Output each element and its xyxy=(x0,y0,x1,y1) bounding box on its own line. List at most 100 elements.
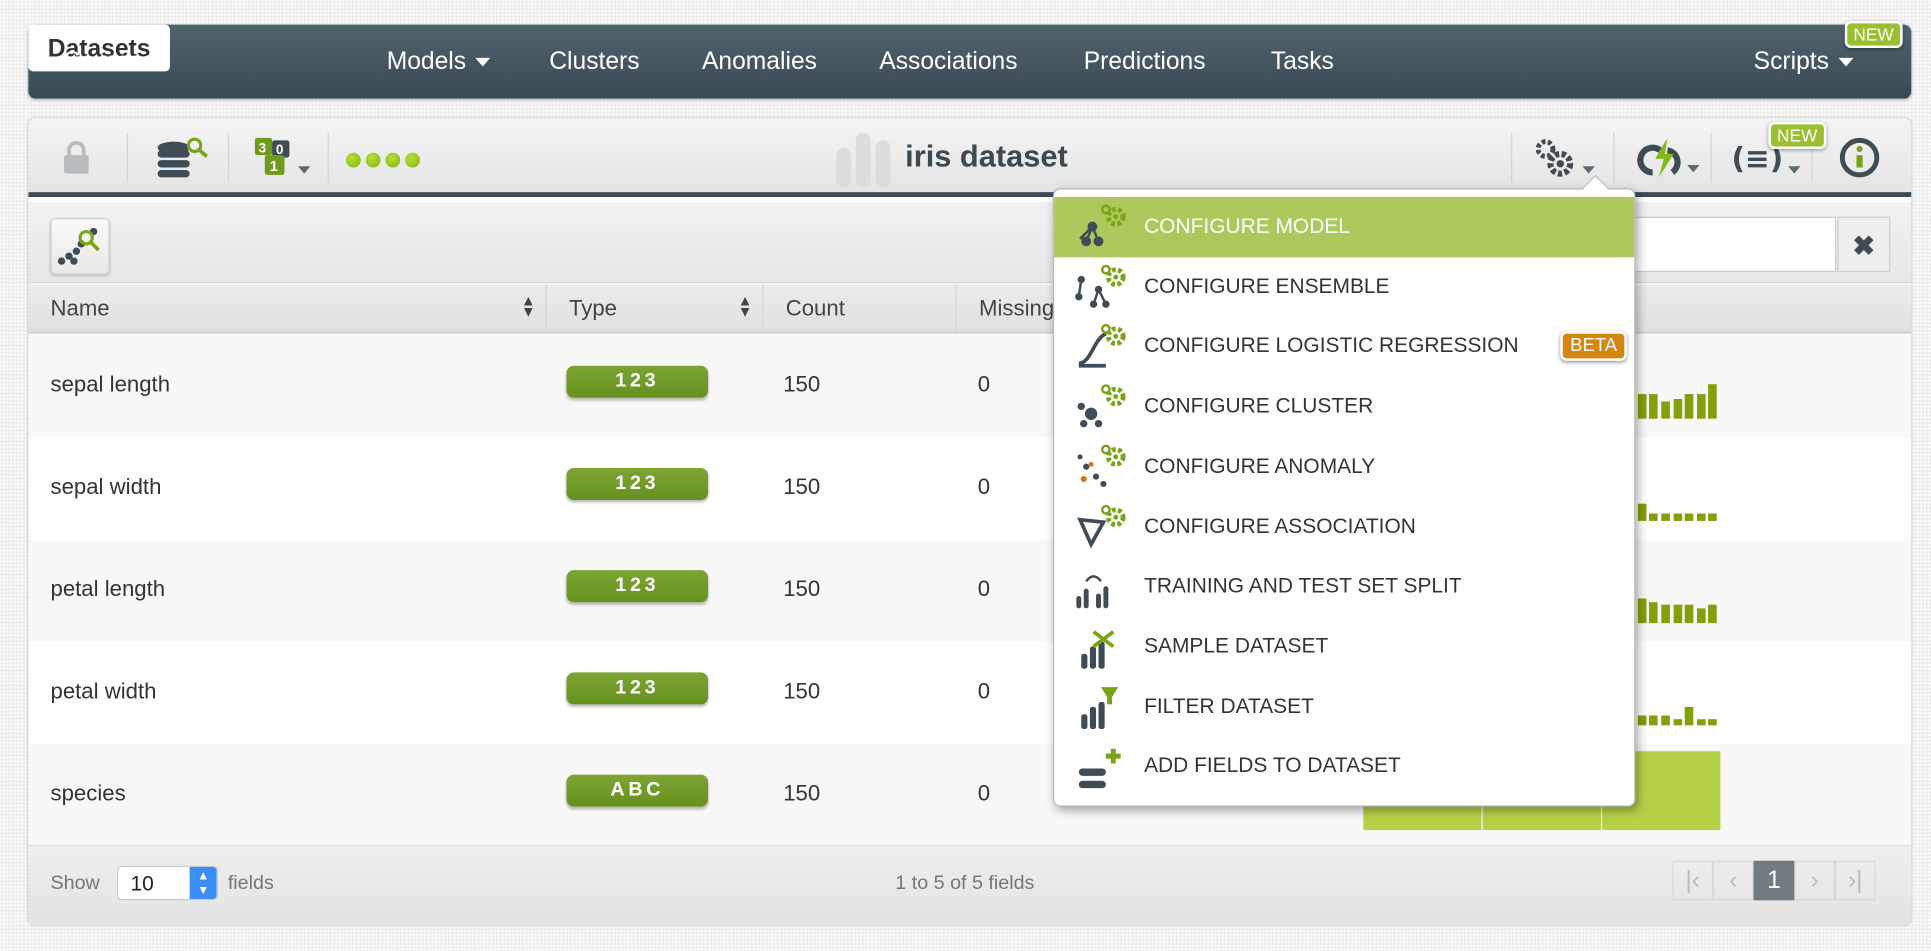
field-name[interactable]: sepal length xyxy=(50,372,170,398)
histogram-bar[interactable] xyxy=(1684,706,1694,726)
nav-scripts[interactable]: Scripts xyxy=(1754,48,1854,76)
nav-predictions[interactable]: Predictions xyxy=(1084,48,1206,76)
menu-item-filter-dataset[interactable]: FILTER DATASET xyxy=(1054,677,1634,737)
histogram-bar[interactable] xyxy=(1696,608,1706,624)
info-icon[interactable] xyxy=(1839,137,1881,179)
lock-icon[interactable] xyxy=(63,140,90,174)
histogram-bar[interactable] xyxy=(1649,513,1659,521)
histogram-bar[interactable] xyxy=(1673,399,1682,419)
histogram-bar[interactable] xyxy=(1673,604,1682,624)
field-missing: 0 xyxy=(977,780,991,806)
sort-icon[interactable]: ▲ ▼ xyxy=(738,293,753,319)
histogram-bar[interactable] xyxy=(1661,604,1670,624)
ensemble-gear-icon xyxy=(1075,264,1126,308)
beta-badge: BETA xyxy=(1560,331,1627,362)
histogram-bar[interactable] xyxy=(1696,719,1706,726)
histogram-bar[interactable] xyxy=(1684,513,1694,521)
svg-text:0: 0 xyxy=(276,142,284,157)
histogram-bar[interactable] xyxy=(1696,513,1706,521)
column-header-type[interactable]: Type ▲ ▼ xyxy=(547,284,764,332)
histogram-bar[interactable] xyxy=(1684,604,1694,624)
search-input[interactable] xyxy=(1616,216,1837,273)
menu-item-configure-logistic-regression[interactable]: CONFIGURE LOGISTIC REGRESSION BETA xyxy=(1054,317,1634,377)
menu-item-configure-ensemble[interactable]: CONFIGURE ENSEMBLE xyxy=(1054,257,1634,317)
field-name[interactable]: species xyxy=(50,781,125,807)
histogram-bar[interactable] xyxy=(1696,394,1706,419)
histogram-bar[interactable] xyxy=(1684,394,1694,419)
sample-icon xyxy=(1081,630,1115,669)
show-label: Show xyxy=(50,873,100,895)
dataset-toolbar: 301 iris dataset (≡) xyxy=(28,118,1912,198)
field-type-badge: 123 xyxy=(566,365,709,398)
histogram-bar[interactable] xyxy=(1661,715,1670,726)
field-name[interactable]: sepal width xyxy=(50,474,161,500)
dataset-search-icon[interactable] xyxy=(155,135,212,179)
histogram-bar[interactable] xyxy=(1637,503,1647,521)
logistic-gear-icon xyxy=(1078,324,1126,369)
flash-cloud-icon[interactable] xyxy=(1635,135,1704,179)
page-size-select[interactable]: 10 ▲ ▼ xyxy=(116,865,218,901)
histogram-bar[interactable] xyxy=(1661,513,1670,521)
next-page-button[interactable]: › xyxy=(1794,860,1835,901)
scripts-new-badge: NEW xyxy=(1844,20,1903,49)
menu-item-configure-association[interactable]: CONFIGURE ASSOCIATION xyxy=(1054,497,1634,557)
menu-item-training-and-test-set-split[interactable]: TRAINING AND TEST SET SPLIT xyxy=(1054,557,1634,617)
histogram-bar[interactable] xyxy=(1637,394,1647,419)
column-header-name[interactable]: Name ▲ ▼ xyxy=(28,284,547,332)
histogram-bar[interactable] xyxy=(1673,719,1682,726)
field-missing: 0 xyxy=(977,678,991,704)
page-1-button[interactable]: 1 xyxy=(1753,860,1795,901)
histogram-bar[interactable] xyxy=(1708,384,1718,419)
dataset-logo-icon xyxy=(836,133,891,188)
nav-sources[interactable]: Sources xyxy=(64,48,154,76)
status-dot xyxy=(385,152,401,168)
field-missing: 0 xyxy=(977,576,991,601)
histogram-bar[interactable] xyxy=(1708,513,1718,521)
histogram-bar[interactable] xyxy=(1637,715,1647,726)
histogram-bar[interactable] xyxy=(1708,719,1718,726)
first-page-button[interactable]: |‹ xyxy=(1672,860,1714,901)
histogram-bar[interactable] xyxy=(1649,715,1659,726)
status-dot xyxy=(346,152,361,168)
status-dot xyxy=(405,152,420,168)
gears-dropdown-menu: CONFIGURE MODEL CONFIGURE ENSEMBLE CONFIGU… xyxy=(1052,188,1636,807)
nav-associations[interactable]: Associations xyxy=(879,48,1017,76)
stepper-icon: ▲ ▼ xyxy=(189,866,217,899)
histogram-bar[interactable] xyxy=(1673,513,1682,521)
field-search-button[interactable] xyxy=(50,217,110,275)
nav-clusters[interactable]: Clusters xyxy=(549,48,639,76)
menu-item-configure-anomaly[interactable]: CONFIGURE ANOMALY xyxy=(1054,437,1634,497)
gears-icon[interactable] xyxy=(1533,137,1597,179)
field-type-icon[interactable]: 3 0 1 xyxy=(254,135,318,179)
menu-item-label: SAMPLE DATASET xyxy=(1144,634,1329,658)
dataset-title: iris dataset xyxy=(905,139,1068,174)
field-count: 150 xyxy=(783,474,821,499)
histogram-bar[interactable] xyxy=(1649,394,1659,419)
menu-item-configure-cluster[interactable]: CONFIGURE CLUSTER xyxy=(1054,377,1634,437)
field-name[interactable]: petal length xyxy=(50,576,165,602)
svg-text:3: 3 xyxy=(259,141,267,156)
close-icon[interactable]: ✖ xyxy=(1837,216,1891,273)
field-name[interactable]: petal width xyxy=(50,679,156,705)
prev-page-button[interactable]: ‹ xyxy=(1713,860,1754,901)
field-type-badge: 123 xyxy=(566,467,709,500)
histogram-bar[interactable] xyxy=(1708,604,1718,624)
menu-item-label: FILTER DATASET xyxy=(1144,694,1314,718)
histogram-bar[interactable] xyxy=(1661,401,1670,419)
field-count: 150 xyxy=(783,678,821,704)
column-type-label: Type xyxy=(568,295,618,321)
column-header-count[interactable]: Count xyxy=(764,284,957,332)
nav-anomalies[interactable]: Anomalies xyxy=(702,48,817,76)
cluster-gear-icon xyxy=(1077,384,1126,428)
field-missing: 0 xyxy=(977,474,991,499)
menu-item-sample-dataset[interactable]: SAMPLE DATASET xyxy=(1054,617,1634,677)
nav-tasks[interactable]: Tasks xyxy=(1271,48,1334,76)
menu-item-add-fields-to-dataset[interactable]: ADD FIELDS TO DATASET xyxy=(1054,737,1634,797)
histogram-bar[interactable] xyxy=(1649,602,1659,624)
histogram-bar[interactable] xyxy=(1637,598,1647,624)
chevron-down-icon xyxy=(1838,58,1854,67)
menu-item-configure-model[interactable]: CONFIGURE MODEL xyxy=(1054,197,1635,257)
sort-icon[interactable]: ▲ ▼ xyxy=(521,293,536,319)
nav-models[interactable]: Models xyxy=(387,48,491,76)
last-page-button[interactable]: ›| xyxy=(1834,860,1876,901)
